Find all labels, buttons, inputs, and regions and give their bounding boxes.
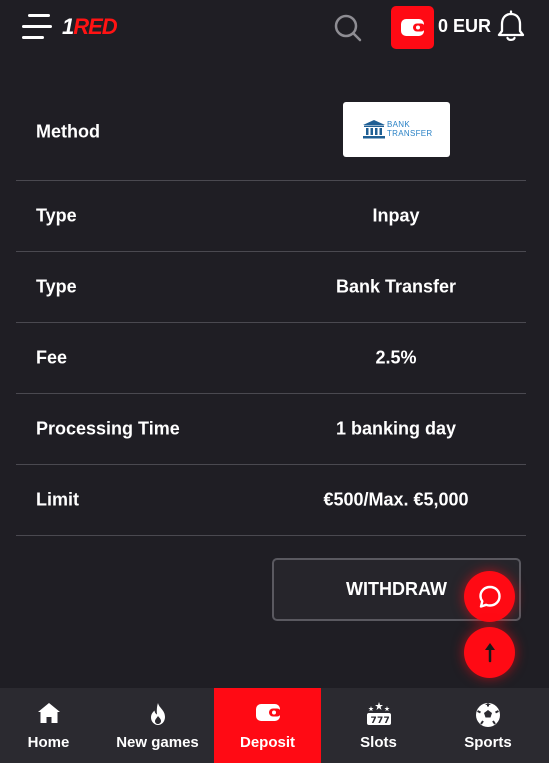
bell-icon[interactable] — [496, 10, 526, 44]
nav-label: New games — [116, 734, 199, 751]
detail-label: Processing Time — [36, 418, 180, 439]
slot-machine-icon: 7 7 7 — [366, 702, 391, 726]
detail-row-fee: Fee 2.5% — [16, 323, 526, 394]
bank-building-icon — [363, 120, 385, 139]
detail-value: Inpay — [372, 205, 420, 226]
wallet-icon — [401, 19, 425, 36]
chat-bubble-icon — [479, 585, 501, 608]
detail-value: €500/Max. €5,000 — [323, 489, 469, 510]
chat-button[interactable] — [464, 571, 515, 622]
brand-logo[interactable]: 1RED — [62, 14, 118, 40]
soccer-ball-icon — [476, 703, 500, 727]
nav-item-new-games[interactable]: New games — [106, 688, 209, 763]
detail-label: Type — [36, 205, 77, 226]
nav-item-slots[interactable]: 7 7 7 Slots — [330, 688, 427, 763]
detail-row-type-provider: Type Inpay — [16, 181, 526, 252]
balance-display[interactable]: 0 EUR — [438, 16, 491, 37]
flame-icon — [150, 703, 165, 725]
nav-label: Deposit — [239, 734, 295, 751]
nav-label: Slots — [360, 734, 397, 751]
home-icon — [37, 703, 60, 723]
top-header: 1RED 0 EUR — [0, 0, 549, 56]
detail-label: Type — [36, 276, 77, 297]
nav-item-sports[interactable]: Sports — [438, 688, 538, 763]
detail-label: Fee — [36, 347, 68, 368]
nav-label: Sports — [464, 734, 512, 751]
detail-value: Bank Transfer — [335, 276, 457, 297]
wallet-icon — [255, 704, 281, 721]
detail-value: 1 banking day — [335, 418, 457, 439]
bank-transfer-logo: BANK TRANSFER — [343, 102, 450, 157]
scroll-to-top-button[interactable] — [464, 627, 515, 678]
wallet-button[interactable] — [391, 6, 434, 49]
arrow-up-icon — [485, 643, 495, 663]
method-row: Method BANK TRANSFER — [16, 84, 526, 181]
method-label: Method — [36, 121, 100, 142]
detail-row-processing-time: Processing Time 1 banking day — [16, 394, 526, 465]
bottom-navigation: Home New games Deposit 7 7 7 Slots Sport… — [0, 688, 549, 763]
detail-value: 2.5% — [375, 347, 417, 368]
nav-label: Home — [27, 734, 70, 751]
nav-item-deposit[interactable]: Deposit — [214, 688, 321, 763]
svg-text:7: 7 — [370, 716, 376, 726]
detail-row-limit: Limit €500/Max. €5,000 — [16, 465, 526, 536]
search-icon[interactable] — [332, 12, 364, 44]
svg-text:7: 7 — [377, 716, 383, 726]
detail-label: Limit — [36, 489, 79, 510]
hamburger-menu-icon[interactable] — [18, 12, 54, 42]
svg-text:7: 7 — [383, 716, 389, 726]
payment-method-details: Method BANK TRANSFER Type Inpay Type Ban… — [16, 84, 526, 536]
detail-row-type-method: Type Bank Transfer — [16, 252, 526, 323]
nav-item-home[interactable]: Home — [0, 688, 97, 763]
